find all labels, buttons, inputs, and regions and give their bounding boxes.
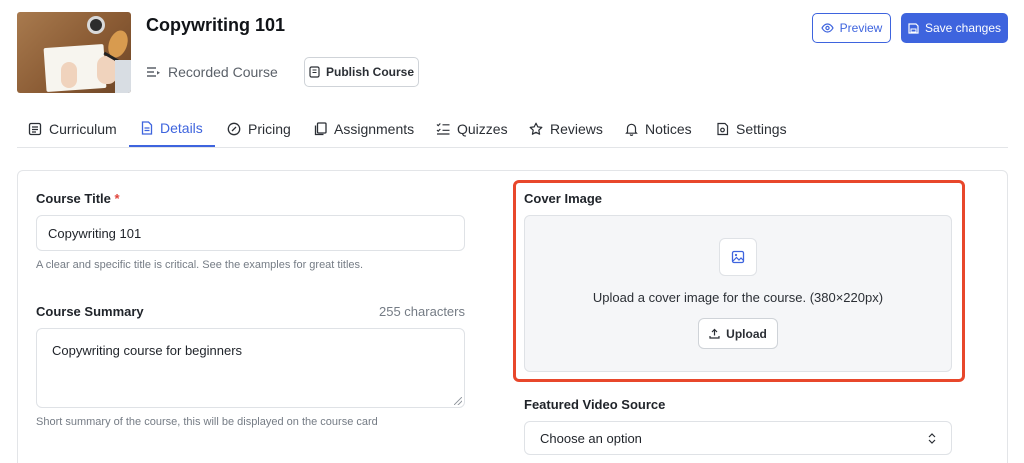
course-title: Copywriting 101 (146, 15, 286, 35)
course-summary-label: Course Summary (36, 304, 144, 319)
eye-icon (820, 23, 834, 33)
tab-pricing[interactable]: Pricing (227, 110, 291, 147)
upload-icon (709, 328, 720, 339)
recorded-course-icon (147, 67, 160, 77)
document-icon (141, 120, 153, 135)
course-summary-help: Short summary of the course, this will b… (36, 416, 378, 428)
assignments-icon (314, 121, 327, 135)
tab-reviews[interactable]: Reviews (529, 110, 603, 147)
settings-icon (717, 122, 729, 135)
course-type-label: Recorded Course (168, 64, 278, 80)
tab-settings[interactable]: Settings (716, 110, 787, 147)
quizzes-icon (436, 123, 450, 135)
tab-details[interactable]: Details (129, 110, 215, 147)
upload-button[interactable]: Upload (698, 318, 778, 349)
cover-image-prompt: Upload a cover image for the course. (38… (592, 290, 884, 305)
tab-notices[interactable]: Notices (625, 110, 692, 147)
featured-video-select[interactable]: Choose an option (524, 421, 952, 455)
course-title-label: Course Title * (36, 191, 120, 206)
required-mark: * (114, 191, 120, 206)
course-thumbnail (17, 12, 131, 93)
save-icon (908, 22, 919, 34)
image-icon (731, 250, 745, 264)
image-placeholder (719, 238, 757, 276)
star-icon (529, 122, 543, 135)
course-summary-textarea[interactable]: Copywriting course for beginners (36, 328, 465, 408)
chevron-up-down-icon (928, 432, 936, 444)
publish-icon (309, 66, 320, 78)
pricing-icon (227, 122, 241, 135)
course-type: Recorded Course (146, 64, 278, 80)
tab-assignments[interactable]: Assignments (314, 110, 414, 147)
featured-video-label: Featured Video Source (524, 397, 666, 412)
tab-curriculum[interactable]: Curriculum (28, 110, 117, 147)
bell-icon (625, 123, 638, 136)
cover-image-label: Cover Image (524, 191, 603, 206)
save-changes-button[interactable]: Save changes (901, 13, 1008, 43)
resize-handle[interactable] (454, 397, 462, 405)
course-title-input[interactable]: Copywriting 101 (36, 215, 465, 251)
curriculum-icon (28, 122, 42, 135)
publish-course-button[interactable]: Publish Course (304, 57, 419, 87)
course-tabs: Curriculum Details Pricing Assignments Q… (17, 110, 1008, 148)
character-count: 255 characters (379, 304, 465, 319)
course-title-help: A clear and specific title is critical. … (36, 259, 364, 271)
tab-quizzes[interactable]: Quizzes (436, 110, 508, 147)
preview-button[interactable]: Preview (812, 13, 891, 43)
